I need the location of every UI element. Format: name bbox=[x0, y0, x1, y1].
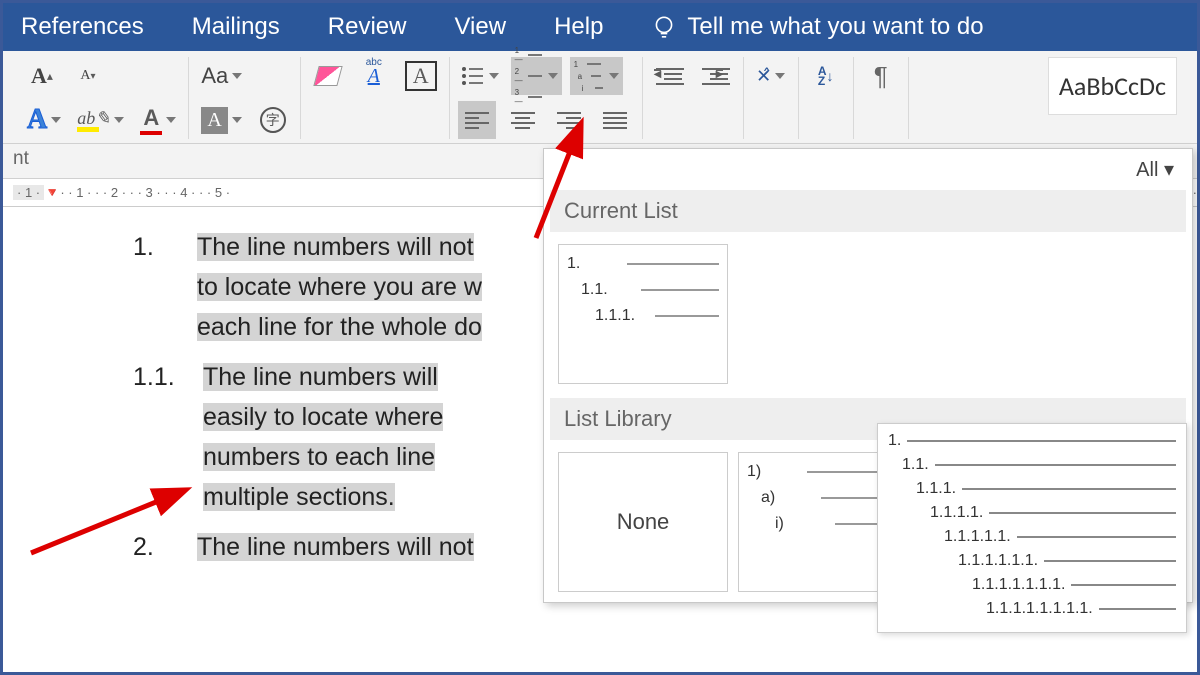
list-filter-all[interactable]: All ▾ bbox=[1136, 157, 1174, 182]
current-list-header: Current List bbox=[550, 190, 1186, 232]
ruler-negative: · 1 · bbox=[13, 185, 44, 200]
increase-indent-button[interactable]: ▶ bbox=[697, 57, 735, 95]
phonetic-guide-button[interactable]: abcA bbox=[355, 57, 393, 95]
grow-font-button[interactable]: A▴ bbox=[23, 57, 61, 95]
doc-text[interactable]: The line numbers will bbox=[203, 363, 438, 391]
tell-me-label: Tell me what you want to do bbox=[687, 13, 983, 41]
clear-formatting-icon[interactable] bbox=[309, 57, 347, 95]
menu-view[interactable]: View bbox=[454, 13, 506, 41]
justify-button[interactable] bbox=[596, 101, 634, 139]
bullets-button[interactable] bbox=[458, 57, 503, 95]
list-style-current[interactable]: 1. 1.1. 1.1.1. bbox=[558, 244, 728, 384]
doc-text[interactable]: each line for the whole do bbox=[197, 313, 482, 341]
enclose-chars-button[interactable]: 字 bbox=[254, 101, 292, 139]
sort-button[interactable]: AZ↓ bbox=[807, 57, 845, 95]
doc-text[interactable]: numbers to each line bbox=[203, 443, 435, 471]
doc-text[interactable]: multiple sections. bbox=[203, 483, 395, 511]
ribbon: A▴ A▾ A ab✎ A Aa A 字 abcA A 1—2—3— 1ai bbox=[3, 51, 1197, 144]
highlight-button[interactable]: ab✎ bbox=[73, 101, 128, 139]
text-effects-button[interactable]: A bbox=[23, 101, 65, 139]
doc-text[interactable]: easily to locate where bbox=[203, 403, 443, 431]
list-number: 1. bbox=[133, 227, 197, 347]
char-border-button[interactable]: A bbox=[401, 57, 441, 95]
annotation-arrow-icon bbox=[528, 118, 598, 253]
lightbulb-icon bbox=[651, 14, 677, 40]
font-group-label: nt bbox=[13, 148, 29, 170]
font-color-button[interactable]: A bbox=[136, 101, 180, 139]
multilevel-list-button[interactable]: 1ai bbox=[570, 57, 623, 95]
align-left-button[interactable] bbox=[458, 101, 496, 139]
doc-text[interactable]: The line numbers will not bbox=[197, 533, 474, 561]
menu-review[interactable]: Review bbox=[328, 13, 407, 41]
menu-bar: References Mailings Review View Help Tel… bbox=[3, 3, 1197, 51]
menu-help[interactable]: Help bbox=[554, 13, 603, 41]
doc-text[interactable]: The line numbers will not bbox=[197, 233, 474, 261]
shading-button[interactable]: A bbox=[197, 101, 245, 139]
list-style-preview-deep[interactable]: 1. 1.1. 1.1.1. 1.1.1.1. 1.1.1.1.1. 1.1.1… bbox=[877, 423, 1187, 633]
show-marks-button[interactable]: ¶ bbox=[862, 57, 900, 95]
annotation-arrow-icon bbox=[23, 483, 193, 568]
doc-text[interactable]: to locate where you are w bbox=[197, 273, 482, 301]
ruler-positive: · · 1 · · · 2 · · · 3 · · · 4 · · · 5 · bbox=[60, 185, 230, 200]
list-style-none[interactable]: None bbox=[558, 452, 728, 592]
tell-me[interactable]: Tell me what you want to do bbox=[651, 13, 983, 41]
decrease-indent-button[interactable]: ◀ bbox=[651, 57, 689, 95]
numbering-button[interactable]: 1—2—3— bbox=[511, 57, 562, 95]
menu-references[interactable]: References bbox=[21, 13, 144, 41]
style-normal[interactable]: AaBbCcDc bbox=[1048, 57, 1177, 115]
menu-mailings[interactable]: Mailings bbox=[192, 13, 280, 41]
asian-layout-button[interactable]: ✕̂ bbox=[752, 57, 790, 95]
change-case-button[interactable]: Aa bbox=[197, 57, 246, 95]
shrink-font-button[interactable]: A▾ bbox=[69, 57, 107, 95]
